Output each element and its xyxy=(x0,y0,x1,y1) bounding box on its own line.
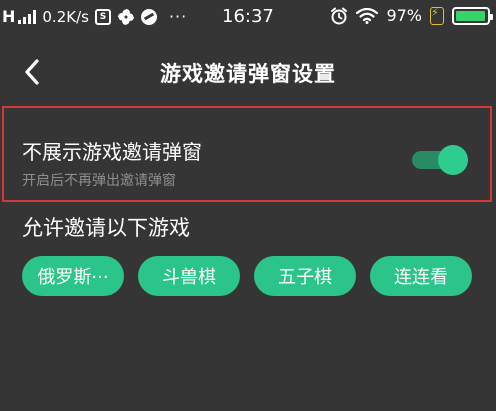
setting-description: 开启后不再弹出邀请弹窗 xyxy=(22,173,176,189)
network-type-label: H xyxy=(2,7,16,26)
battery-percent: 97% xyxy=(386,6,422,25)
game-chip-link-up[interactable]: 连连看 xyxy=(370,256,472,296)
charging-icon xyxy=(430,6,444,25)
toggle-knob xyxy=(438,145,468,175)
status-time: 16:37 xyxy=(222,6,274,27)
more-notifications-icon: ··· xyxy=(168,7,188,26)
status-bar-right: 97% xyxy=(330,6,493,25)
allowed-games-heading: 允许邀请以下游戏 xyxy=(22,216,190,240)
hide-invite-popup-toggle[interactable] xyxy=(412,145,468,175)
game-chip-gomoku[interactable]: 五子棋 xyxy=(254,256,356,296)
hide-invite-popup-setting: 不展示游戏邀请弹窗 开启后不再弹出邀请弹窗 xyxy=(2,106,492,202)
alarm-icon xyxy=(331,7,348,24)
ball-icon xyxy=(140,8,157,25)
allowed-games-list: 俄罗斯··· 斗兽棋 五子棋 连连看 xyxy=(22,256,472,296)
status-bar-left: H 0.2K/s S ··· xyxy=(2,7,187,26)
pinwheel-icon xyxy=(117,8,134,25)
header: 游戏邀请弹窗设置 xyxy=(0,48,496,96)
battery-icon xyxy=(452,6,493,25)
game-chip-tetris[interactable]: 俄罗斯··· xyxy=(22,256,124,296)
status-bar: H 0.2K/s S ··· 16:37 97% ⚡ xyxy=(0,0,496,34)
sim-icon: S xyxy=(94,8,111,25)
battery-level-fill xyxy=(456,10,486,21)
network-speed: 0.2K/s xyxy=(42,7,89,26)
setting-label: 不展示游戏邀请弹窗 xyxy=(22,140,202,164)
wifi-icon xyxy=(356,7,379,24)
page-title: 游戏邀请弹窗设置 xyxy=(160,62,336,86)
signal-icon xyxy=(18,9,37,24)
game-chip-animal-chess[interactable]: 斗兽棋 xyxy=(138,256,240,296)
